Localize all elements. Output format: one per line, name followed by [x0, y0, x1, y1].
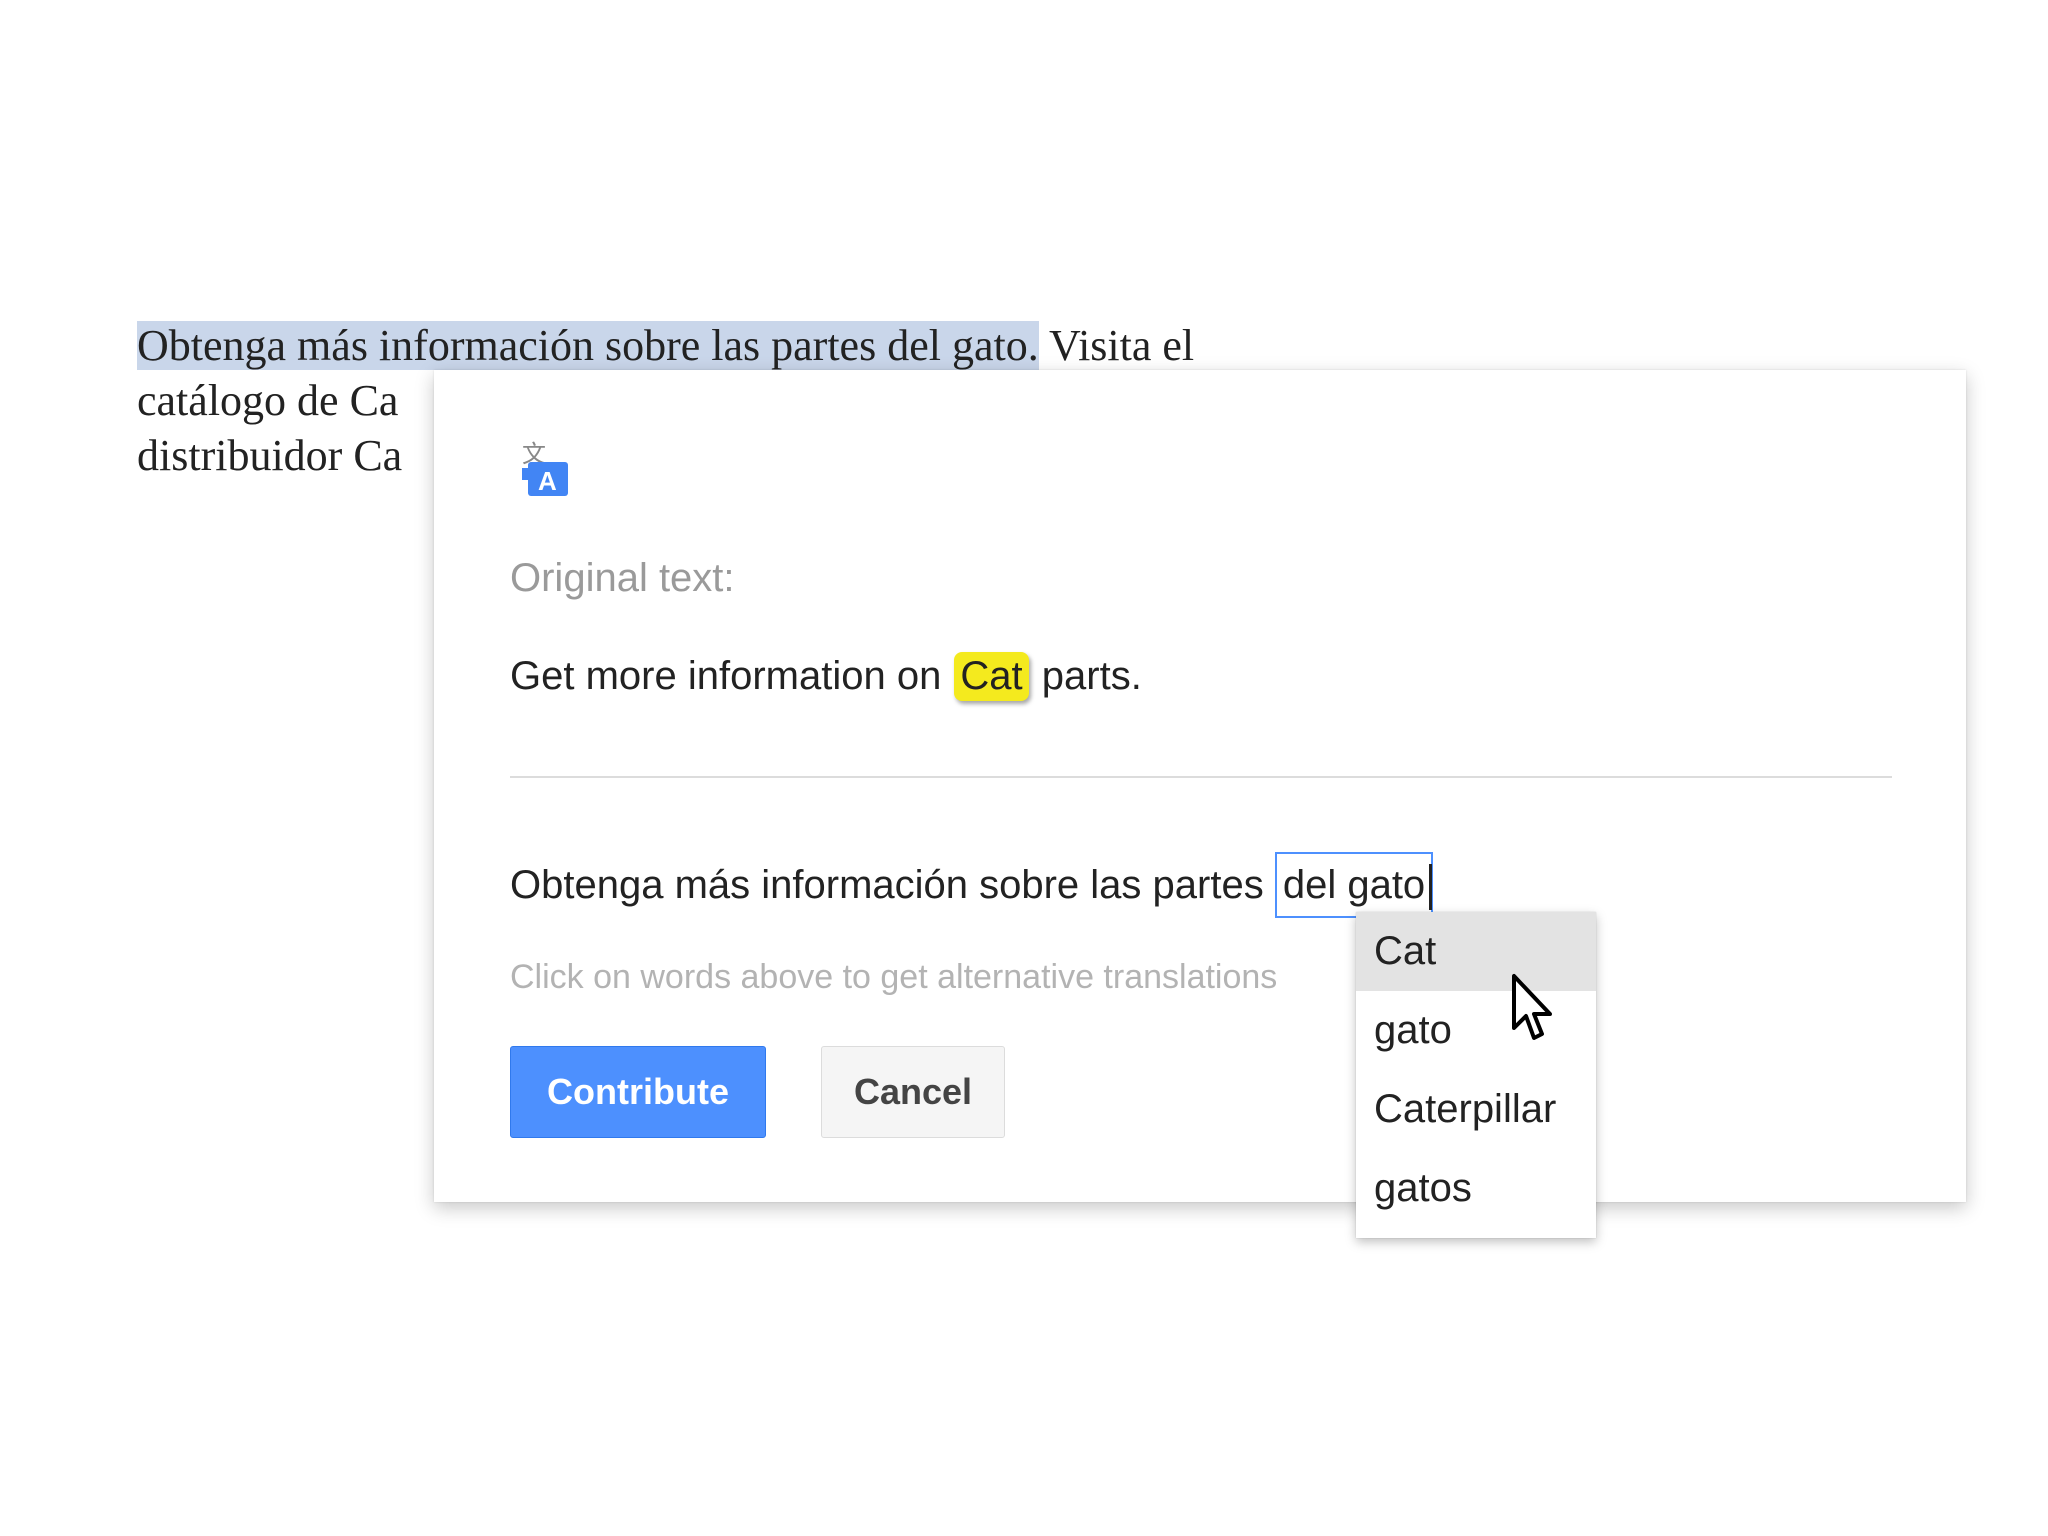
- original-text-label: Original text:: [510, 556, 735, 600]
- selected-text[interactable]: Obtenga más información sobre las partes…: [137, 321, 1039, 370]
- translate-contribute-dialog: 文 A Original text: Get more information …: [434, 370, 1966, 1202]
- translated-text-before[interactable]: Obtenga más información sobre las partes: [510, 863, 1275, 907]
- document-text: Visita el: [1038, 321, 1195, 370]
- selected-translation-phrase[interactable]: del gato: [1274, 852, 1434, 918]
- alternative-item[interactable]: gato: [1356, 991, 1596, 1070]
- alternative-item[interactable]: Caterpillar: [1356, 1070, 1596, 1149]
- svg-text:A: A: [538, 466, 557, 496]
- mouse-pointer-icon: [1512, 974, 1552, 1040]
- original-text-before: Get more information on: [510, 654, 953, 698]
- alternative-item[interactable]: Cat: [1356, 912, 1596, 991]
- original-text-after: parts.: [1030, 654, 1142, 698]
- contribute-button[interactable]: Contribute: [510, 1046, 766, 1138]
- text-caret: [1429, 864, 1433, 911]
- alternative-item[interactable]: gatos: [1356, 1149, 1596, 1228]
- hint-text: Click on words above to get alternative …: [510, 958, 1278, 996]
- translated-text: Obtenga más información sobre las partes…: [510, 852, 1434, 918]
- cancel-button[interactable]: Cancel: [821, 1046, 1005, 1138]
- highlighted-source-word: Cat: [954, 652, 1029, 701]
- alternative-translations-menu: Cat gato Caterpillar gatos: [1356, 912, 1596, 1238]
- document-line-1: Obtenga más información sobre las partes…: [137, 318, 1437, 373]
- google-translate-icon: 文 A: [522, 440, 568, 496]
- original-text: Get more information on Cat parts.: [510, 652, 1142, 701]
- divider: [510, 776, 1892, 778]
